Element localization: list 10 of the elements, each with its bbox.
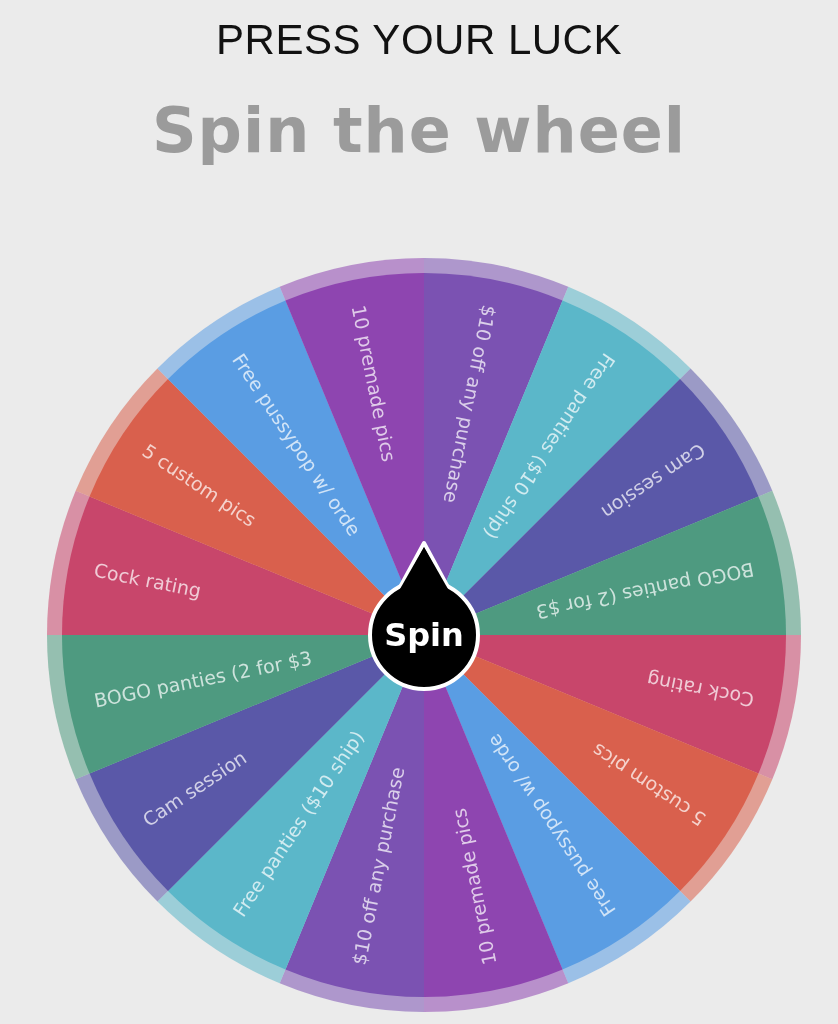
segment-label: $10 off any purchase (347, 765, 409, 967)
segment-label: BOGO panties (2 for $3 (92, 646, 314, 712)
segment-label: Cock rating (644, 668, 756, 712)
segment-label: 10 premade pics (347, 303, 401, 464)
segment-label: 10 premade pics (447, 806, 501, 967)
page-title: Spin the wheel (151, 94, 687, 167)
segment-label: Cock rating (92, 558, 204, 602)
segment-label: BOGO panties (2 for $3 (534, 558, 756, 624)
segment-label: $10 off any purchase (439, 303, 501, 505)
tagline: PRESS YOUR LUCK (216, 16, 622, 64)
